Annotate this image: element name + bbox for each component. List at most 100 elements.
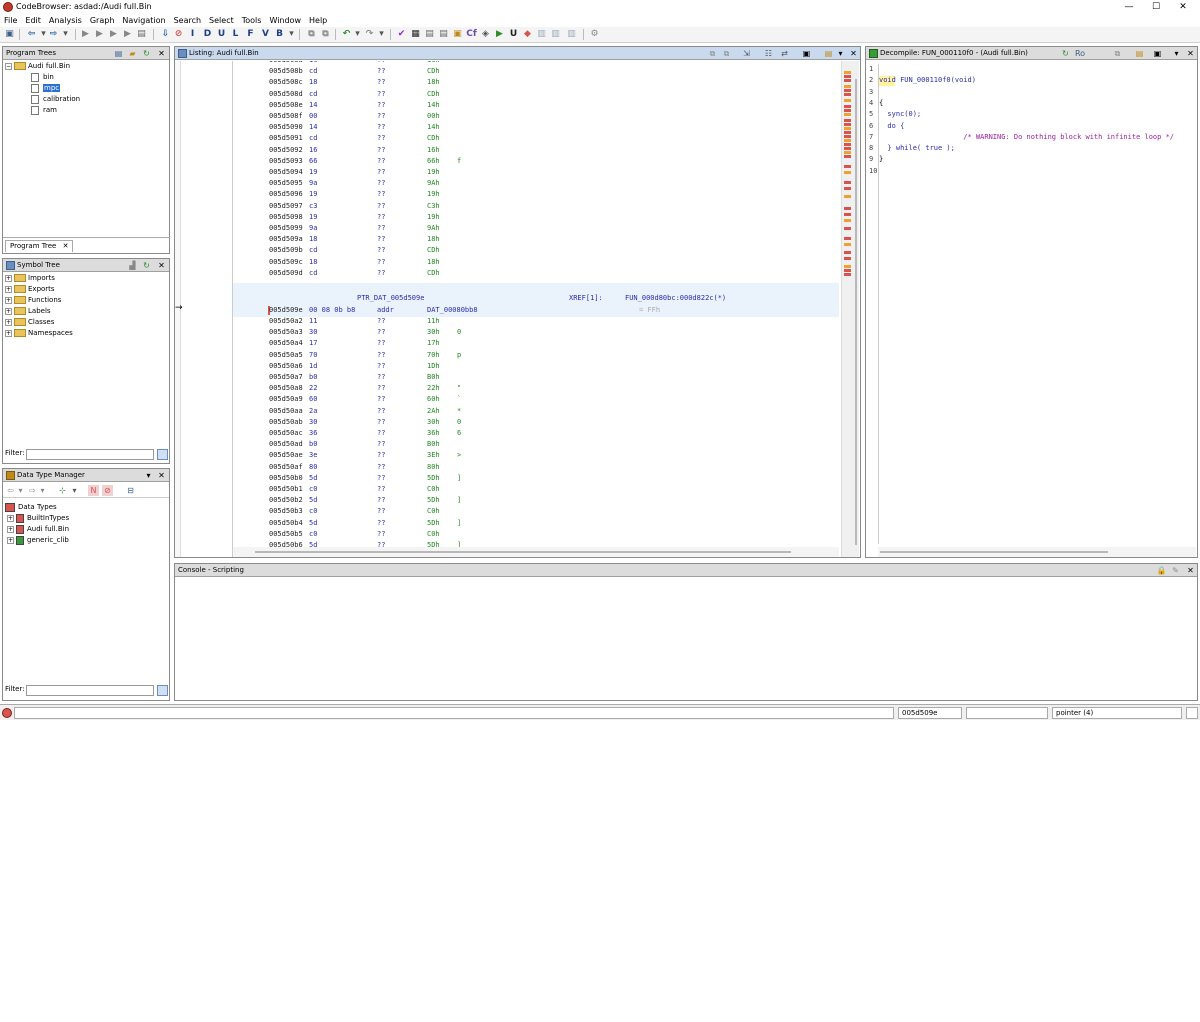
code-line[interactable]: 3: [866, 87, 1197, 98]
variable-icon[interactable]: V: [260, 29, 271, 40]
layout-icon[interactable]: ▤: [823, 48, 834, 59]
bookmark-icon[interactable]: ◆: [522, 29, 533, 40]
close-icon[interactable]: ✕: [1185, 48, 1196, 59]
listing-row[interactable]: 005d508f 00?? 00h: [233, 111, 839, 122]
listing-row[interactable]: 005d50a8 22?? 22h ": [233, 383, 839, 394]
listing-row[interactable]: 005d50a6 1d?? 1Dh: [233, 361, 839, 372]
save-icon[interactable]: ▣: [4, 29, 15, 40]
menu-tools[interactable]: Tools: [238, 14, 266, 27]
overview-marker[interactable]: [844, 71, 851, 74]
symbol-filter-input[interactable]: [26, 449, 154, 460]
cursor-icon[interactable]: ⇲: [741, 48, 752, 59]
menu-search[interactable]: Search: [170, 14, 205, 27]
redo-dropdown-icon[interactable]: ▾: [376, 29, 387, 40]
listing-row[interactable]: 005d50b3 c0?? C0h: [233, 506, 839, 517]
bytes-icon[interactable]: ▥: [536, 29, 547, 40]
read-only-icon[interactable]: Ro: [1072, 48, 1088, 59]
filter-options-icon[interactable]: [157, 449, 168, 460]
expand-icon[interactable]: +: [5, 318, 12, 326]
undo-dropdown-icon[interactable]: ▾: [352, 29, 363, 40]
lock-icon[interactable]: 🔒: [1156, 565, 1167, 576]
paste-icon[interactable]: ⧉: [721, 48, 732, 59]
code-line[interactable]: 1: [866, 64, 1197, 75]
overview-marker[interactable]: [844, 89, 851, 92]
expand-dropdown-icon[interactable]: ▾: [69, 485, 80, 496]
listing-row[interactable]: 005d509a 18?? 18h: [233, 234, 839, 245]
listing-row[interactable]: 005d5095 9a?? 9Ah: [233, 178, 839, 189]
undefined-icon[interactable]: U: [216, 29, 227, 40]
listing-row[interactable]: 005d50ad b0?? B0h: [233, 439, 839, 450]
listing-row[interactable]: 005d509b cd?? CDh: [233, 245, 839, 256]
check-icon[interactable]: ✔: [396, 29, 407, 40]
menu-analysis[interactable]: Analysis: [45, 14, 86, 27]
ptr-row[interactable]: 005d509e 00 08 0b b8 addr DAT_00080bb8 =…: [233, 305, 839, 316]
menu-select[interactable]: Select: [205, 14, 238, 27]
listing-row[interactable]: 005d50a3 30?? 30h 0: [233, 327, 839, 338]
close-window-button[interactable]: ✕: [1170, 0, 1196, 14]
symbol-labels[interactable]: + Labels: [5, 306, 167, 317]
listing-row[interactable]: 005d508c 18?? 18h: [233, 77, 839, 88]
listing-row[interactable]: 005d5096 19?? 19h: [233, 189, 839, 200]
tree-item-bin[interactable]: bin: [5, 72, 167, 83]
close-icon[interactable]: ✕: [848, 48, 859, 59]
snapshot-icon[interactable]: ▣: [801, 48, 812, 59]
menu-file[interactable]: File: [0, 14, 21, 27]
listing-row[interactable]: 005d508e 14?? 14h: [233, 100, 839, 111]
console-u-icon[interactable]: U: [508, 29, 519, 40]
overview-marker[interactable]: [844, 131, 851, 134]
code-line[interactable]: 8 } while( true );: [866, 143, 1197, 154]
overview-marker[interactable]: [844, 119, 851, 122]
listing-row[interactable]: 005d5098 19?? 19h: [233, 212, 839, 223]
tree-item-mpc[interactable]: mpc: [5, 83, 167, 94]
overview-marker[interactable]: [844, 171, 851, 174]
listing-row[interactable]: 005d50b2 5d?? 5Dh]: [233, 495, 839, 506]
function-icon[interactable]: F: [245, 29, 256, 40]
code-line[interactable]: 2 void FUN_000110f0(void): [866, 75, 1197, 86]
overview-marker[interactable]: [844, 227, 851, 230]
forward-icon[interactable]: ⇨: [48, 29, 59, 40]
overview-marker[interactable]: [844, 79, 851, 82]
overview-marker[interactable]: [844, 207, 851, 210]
clear-console-icon[interactable]: ✎: [1170, 565, 1181, 576]
listing-row[interactable]: 005d50aa 2a?? 2Ah *: [233, 406, 839, 417]
listing-row[interactable]: 005d50ae 3e?? 3Eh >: [233, 450, 839, 461]
listing-row[interactable]: 005d5091 cd?? CDh: [233, 133, 839, 144]
memory-map-icon[interactable]: ▤: [438, 29, 449, 40]
listing-row[interactable]: 005d5090 14?? 14h: [233, 122, 839, 133]
disassemble-icon[interactable]: I: [187, 29, 198, 40]
overview-marker[interactable]: [844, 127, 851, 130]
listing-row[interactable]: 005d509d cd?? CDh: [233, 268, 839, 279]
menu-window[interactable]: Window: [265, 14, 305, 27]
overview-marker[interactable]: [844, 155, 851, 158]
overview-marker[interactable]: [844, 269, 851, 272]
overview-marker[interactable]: [844, 93, 851, 96]
nav-undefined-icon[interactable]: ▶: [94, 29, 105, 40]
refresh-icon[interactable]: ↻: [1060, 48, 1071, 59]
console-output[interactable]: [175, 578, 1197, 700]
down-arrow-icon[interactable]: ⇩: [160, 29, 171, 40]
symbol-classes[interactable]: + Classes: [5, 317, 167, 328]
listing-row[interactable]: 005d50a9 60?? 60h `: [233, 394, 839, 405]
paste-icon[interactable]: ⧉: [320, 29, 331, 40]
overview-marker[interactable]: [844, 139, 851, 142]
export-icon[interactable]: ▤: [1134, 48, 1145, 59]
listing-row[interactable]: 005d50a7 b0?? B0h: [233, 372, 839, 383]
listing-row[interactable]: 005d50a5 70?? 70h p: [233, 350, 839, 361]
expand-icon[interactable]: +: [7, 514, 14, 522]
copy-icon[interactable]: ⧉: [707, 48, 718, 59]
overview-marker[interactable]: [844, 251, 851, 254]
overview-marker[interactable]: [844, 105, 851, 108]
listing-body[interactable]: 005d508a1c??1Ch005d508bcd??CDh005d508c18…: [233, 61, 839, 547]
new-tree-icon[interactable]: ▤: [113, 48, 124, 59]
copy-icon[interactable]: ⧉: [1112, 48, 1123, 59]
symbol-imports[interactable]: + Imports: [5, 273, 167, 284]
xref-target[interactable]: FUN_000d80bc:000d822c(*): [625, 293, 726, 304]
overview-marker[interactable]: [844, 265, 851, 268]
overview-marker[interactable]: [844, 219, 851, 222]
code-line[interactable]: 4{: [866, 98, 1197, 109]
code-line[interactable]: 7 /* WARNING: Do nothing block with infi…: [866, 132, 1197, 143]
listing-row[interactable]: 005d50b5 c0?? C0h: [233, 529, 839, 540]
scroll-thumb[interactable]: [880, 551, 1108, 553]
back-dropdown-icon[interactable]: ▾: [15, 485, 26, 496]
expand-icon[interactable]: +: [5, 307, 12, 315]
